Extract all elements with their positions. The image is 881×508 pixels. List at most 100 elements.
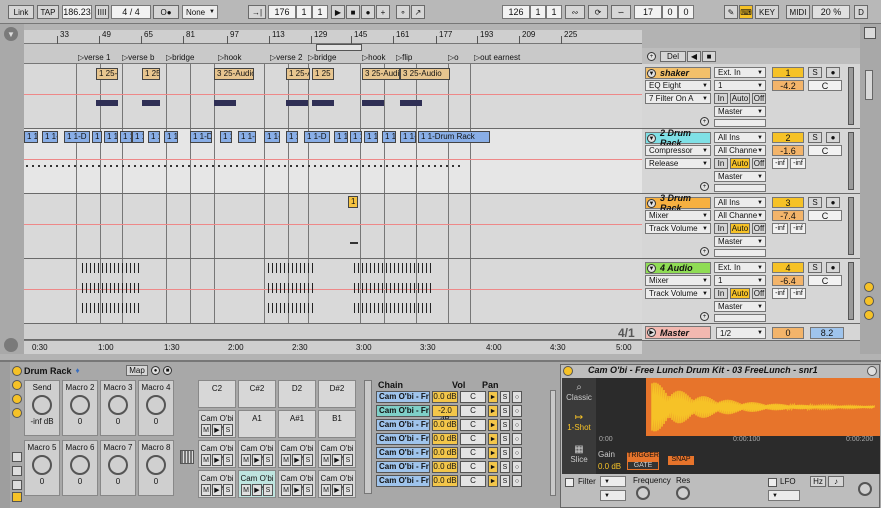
- midi-clip[interactable]: 1 1-D: [334, 131, 348, 143]
- arm-button[interactable]: ●: [826, 197, 840, 208]
- chain-solo-button[interactable]: S: [500, 433, 510, 445]
- locator-marker[interactable]: ▷out earnest: [474, 53, 520, 62]
- input-type-dropdown[interactable]: All Ins: [714, 197, 766, 208]
- loop-length-sixteenth[interactable]: 0: [678, 5, 694, 19]
- rack-side-drag-icon[interactable]: [12, 492, 22, 502]
- midi-clip[interactable]: 1 1-D: [104, 131, 118, 143]
- monitor-off-button[interactable]: Off: [752, 93, 766, 104]
- loop-start-bar[interactable]: 126: [502, 5, 530, 19]
- pad-play-icon[interactable]: ▶: [332, 484, 342, 496]
- chain-name[interactable]: Cam O'bi - Fr...: [376, 433, 430, 445]
- pad-overview-icon[interactable]: [180, 450, 194, 464]
- delete-locator-button[interactable]: Del: [660, 51, 686, 62]
- pad-mute-button[interactable]: M: [201, 484, 211, 496]
- key-map-button[interactable]: KEY: [755, 5, 779, 19]
- pad-solo-button[interactable]: S: [223, 424, 233, 436]
- lane-drum-rack-2[interactable]: 1 1-D1 1-D1 1-D1 1-D1 1-D1 1-D1 1-D1 1-D…: [24, 129, 642, 194]
- macro-knob[interactable]: [108, 455, 128, 475]
- parameter-chooser-dropdown[interactable]: Track Volume: [645, 288, 711, 299]
- input-channel-dropdown[interactable]: 1: [714, 80, 766, 91]
- master-fold-icon[interactable]: ▶: [647, 328, 656, 337]
- track-volume-field[interactable]: -7.4: [772, 210, 804, 221]
- pad-mute-button[interactable]: M: [281, 454, 291, 466]
- pad-solo-button[interactable]: S: [303, 484, 313, 496]
- track-fold-icon[interactable]: ▼: [647, 199, 656, 208]
- macro-knob-panel[interactable]: Macro 4 0: [138, 380, 174, 436]
- chain-name[interactable]: Cam O'bi - Fr...: [376, 447, 430, 459]
- chain-volume[interactable]: 0.0 dB: [432, 475, 458, 487]
- midi-clip[interactable]: 1 1-D: [238, 131, 256, 143]
- track-volume-field[interactable]: -1.6: [772, 145, 804, 156]
- input-channel-dropdown[interactable]: All Channe: [714, 145, 766, 156]
- midi-clip[interactable]: 1 1-D: [24, 131, 38, 143]
- chain-row[interactable]: Cam O'bi - Fr... 0.0 dB C ► S ○: [376, 419, 522, 431]
- midi-clip[interactable]: 1 1-D: [264, 131, 280, 143]
- rack-side-toggle-b[interactable]: [12, 394, 22, 404]
- input-channel-dropdown[interactable]: 1: [714, 275, 766, 286]
- midi-clip[interactable]: 1 1-D: [286, 131, 298, 143]
- loop-length-bar[interactable]: 17: [634, 5, 662, 19]
- macro-map-button[interactable]: Map: [126, 365, 148, 376]
- macro-knob-panel[interactable]: Macro 5 0: [24, 440, 60, 496]
- track-activator-button[interactable]: 2: [772, 132, 804, 143]
- chain-activator-button[interactable]: ►: [488, 405, 498, 417]
- chain-row[interactable]: Cam O'bi - Fr... 0.0 dB C ► S ○: [376, 447, 522, 459]
- chain-hotswap-icon[interactable]: ○: [512, 447, 522, 459]
- chain-solo-button[interactable]: S: [500, 405, 510, 417]
- midi-clip[interactable]: 1 1-D: [220, 131, 232, 143]
- audio-clip[interactable]: 1 25: [312, 68, 334, 80]
- rack-side-sends-icon[interactable]: [12, 466, 22, 476]
- chain-activator-button[interactable]: ►: [488, 419, 498, 431]
- drum-pad[interactable]: Cam O'bi - FreeM▶S: [198, 470, 236, 498]
- monitor-off-button[interactable]: Off: [752, 288, 766, 299]
- input-type-dropdown[interactable]: All Ins: [714, 132, 766, 143]
- chain-activator-button[interactable]: ►: [488, 461, 498, 473]
- rack-save-icon[interactable]: ■: [163, 366, 172, 375]
- pad-mute-button[interactable]: M: [201, 424, 211, 436]
- monitor-in-button[interactable]: In: [714, 223, 728, 234]
- add-automation-lane-icon[interactable]: +: [700, 117, 709, 126]
- output-channel-dropdown[interactable]: [714, 184, 766, 192]
- midi-clip[interactable]: 1 1-D: [400, 131, 416, 143]
- input-type-dropdown[interactable]: Ext. In: [714, 67, 766, 78]
- pad-mute-button[interactable]: M: [201, 454, 211, 466]
- pad-solo-button[interactable]: S: [223, 454, 233, 466]
- midi-clip[interactable]: 1 1-D: [132, 131, 144, 143]
- monitor-in-button[interactable]: In: [714, 288, 728, 299]
- drum-pad[interactable]: Cam O'bi - FreeM▶S: [318, 470, 356, 498]
- arm-button[interactable]: ●: [826, 67, 840, 78]
- chain-pan[interactable]: C: [460, 391, 486, 403]
- chain-list-scrollbar[interactable]: [550, 390, 556, 496]
- midi-clip[interactable]: 1 1-D: [42, 131, 58, 143]
- drum-pad[interactable]: Cam O'bi - FreeM▶S: [238, 470, 276, 498]
- metronome-button[interactable]: O●: [153, 5, 179, 19]
- arrangement-position-sixteenth[interactable]: 1: [312, 5, 328, 19]
- chain-pan[interactable]: C: [460, 433, 486, 445]
- chain-activator-button[interactable]: ►: [488, 447, 498, 459]
- locator-marker[interactable]: ▷bridge: [308, 53, 336, 62]
- midi-clip[interactable]: 1 1-D: [120, 131, 132, 143]
- macro-knob-panel[interactable]: Macro 6 0: [62, 440, 98, 496]
- loop-length-beat[interactable]: 0: [662, 5, 678, 19]
- locator-next-button[interactable]: ■: [702, 51, 716, 62]
- drum-pad[interactable]: D#2: [318, 380, 356, 408]
- browser-toggle-icon[interactable]: ▼: [4, 27, 18, 41]
- midi-clip[interactable]: 1 1-D: [364, 131, 378, 143]
- track-activator-button[interactable]: 1: [772, 67, 804, 78]
- stop-button[interactable]: ■: [346, 5, 360, 19]
- hot-swap-icon[interactable]: ♦: [76, 366, 80, 375]
- pad-play-icon[interactable]: ▶: [212, 454, 222, 466]
- tap-button[interactable]: TAP: [37, 5, 59, 19]
- drum-pad[interactable]: C2: [198, 380, 236, 408]
- res-knob[interactable]: [676, 486, 690, 500]
- midi-map-button[interactable]: MIDI: [786, 5, 810, 19]
- chain-pan[interactable]: C: [460, 461, 486, 473]
- sends-toggle-icon[interactable]: [864, 296, 874, 306]
- arrangement-position-beat[interactable]: 1: [296, 5, 312, 19]
- drum-pad[interactable]: Cam O'bi - FreeM▶S: [278, 440, 316, 468]
- audio-clip[interactable]: 3 25-Audio: [362, 68, 400, 80]
- loop-start-sixteenth[interactable]: 1: [546, 5, 562, 19]
- macro-knob[interactable]: [108, 395, 128, 415]
- macro-knob-panel[interactable]: Macro 8 0: [138, 440, 174, 496]
- rack-side-toggle-a[interactable]: [12, 380, 22, 390]
